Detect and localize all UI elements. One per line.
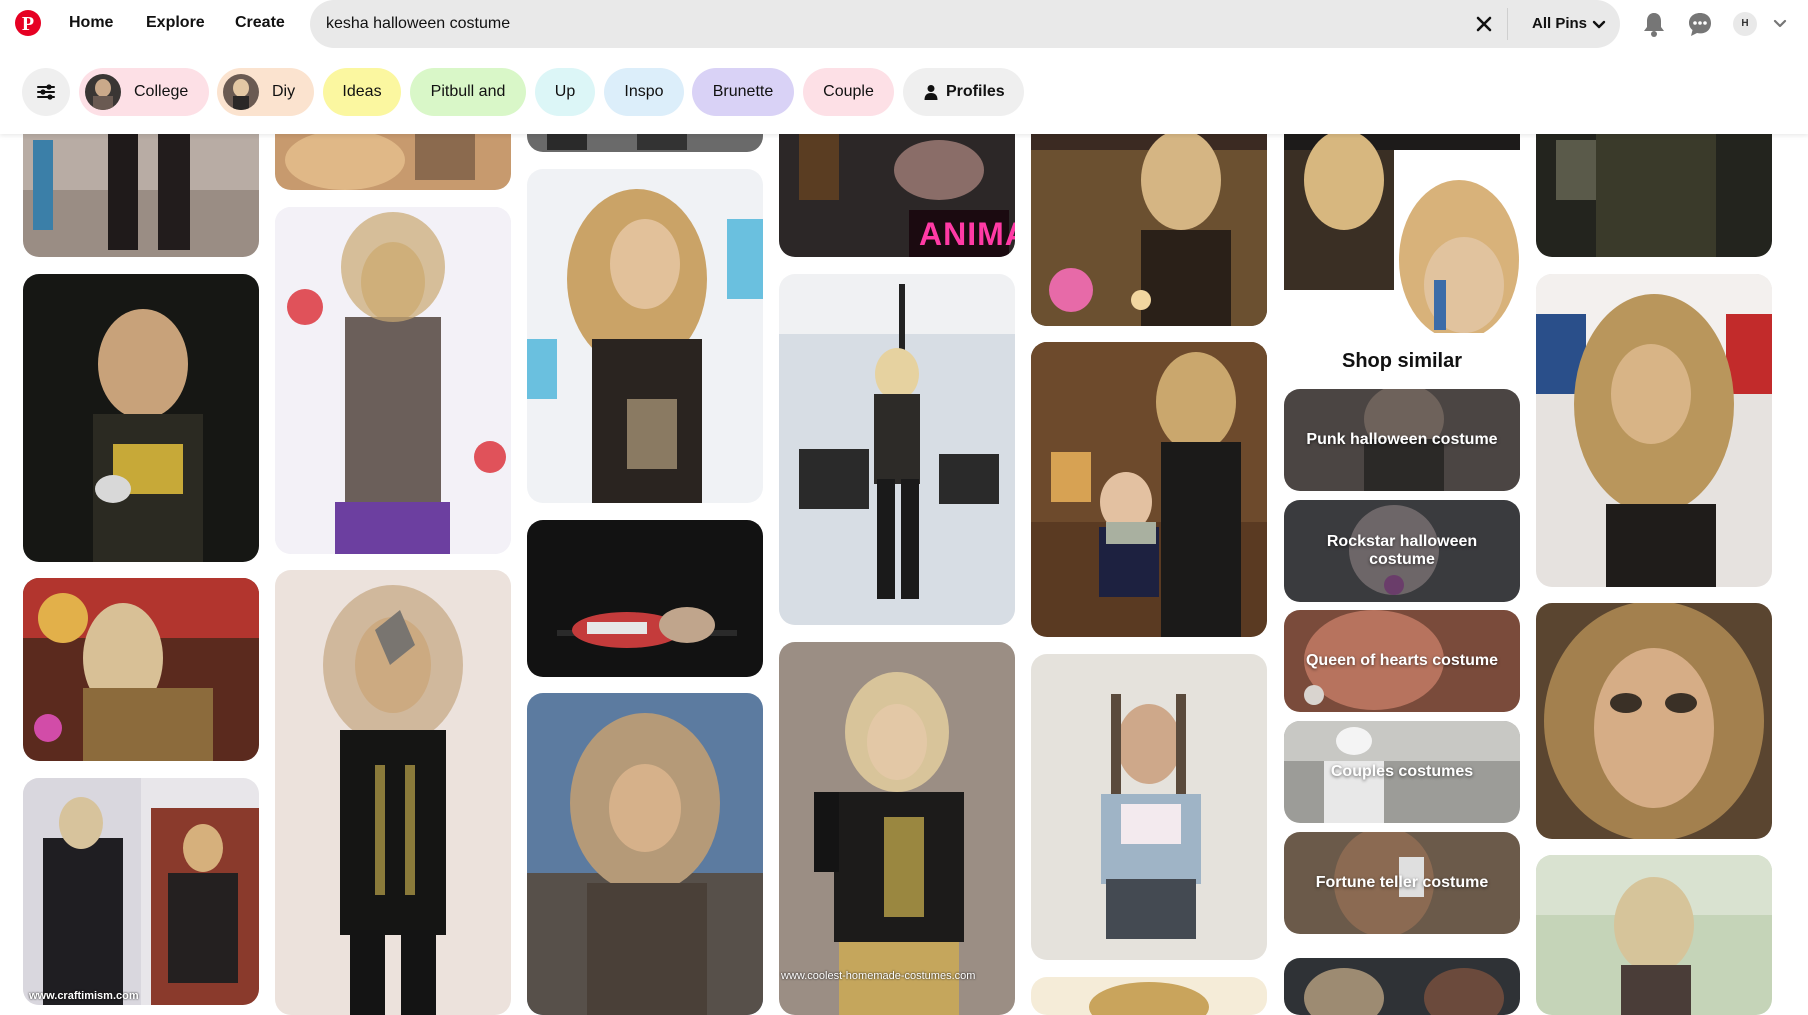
pin-image[interactable]: [527, 693, 763, 1015]
shop-card-couples[interactable]: Couples costumes: [1284, 721, 1520, 823]
chip-label: Ideas: [342, 83, 382, 100]
chevron-down-icon[interactable]: [1773, 17, 1787, 35]
chip-pitbull-and[interactable]: Pitbull and: [410, 68, 526, 116]
pin-image[interactable]: [1536, 855, 1772, 1015]
pin-image[interactable]: www.coolest-homemade-costumes.com: [779, 642, 1015, 1015]
shop-card-label: Fortune teller costume: [1315, 874, 1489, 891]
pin-image[interactable]: [275, 570, 511, 1015]
bell-icon[interactable]: [1640, 10, 1668, 43]
pin-grid: www.craftimism.com ANIMAL www.coolest-ho…: [0, 0, 1808, 1015]
chip-label: Inspo: [624, 83, 664, 100]
nav-home[interactable]: Home: [69, 14, 113, 32]
nav-explore[interactable]: Explore: [146, 14, 205, 32]
nav-create[interactable]: Create: [235, 14, 285, 32]
search-input[interactable]: [326, 0, 1476, 48]
chip-college[interactable]: College: [79, 68, 209, 116]
pin-image[interactable]: [1031, 342, 1267, 637]
shop-card-label: Rockstar halloween costume: [1326, 533, 1478, 568]
chip-label: Profiles: [946, 83, 1005, 100]
pin-image[interactable]: [1536, 603, 1772, 839]
shop-card-label: Punk halloween costume: [1306, 431, 1498, 448]
chip-profiles[interactable]: Profiles: [903, 68, 1024, 116]
shop-similar-title: Shop similar: [1341, 350, 1463, 372]
pin-image[interactable]: [1284, 110, 1520, 333]
chip-label: College: [134, 83, 189, 100]
pin-image[interactable]: [275, 207, 511, 554]
chip-label: Couple: [823, 83, 874, 100]
pin-image[interactable]: [23, 578, 259, 761]
shop-card-queen-of-hearts[interactable]: Queen of hearts costume: [1284, 610, 1520, 712]
shop-card-label: Couples costumes: [1330, 763, 1474, 780]
person-icon: [924, 85, 938, 100]
chip-brunette[interactable]: Brunette: [692, 68, 794, 116]
filter-button[interactable]: [22, 68, 70, 116]
close-icon[interactable]: [1472, 12, 1496, 36]
pin-image[interactable]: [1031, 654, 1267, 960]
chip-label: Brunette: [712, 83, 774, 100]
chevron-down-icon[interactable]: [1592, 18, 1606, 36]
search-bar: All Pins: [310, 0, 1620, 48]
shop-card-label: Queen of hearts costume: [1305, 652, 1499, 669]
search-divider: [1507, 8, 1508, 40]
pin-animal-text: ANIMAL: [919, 216, 1015, 252]
pin-watermark: www.craftimism.com: [29, 990, 139, 1002]
shop-card-punk[interactable]: Punk halloween costume: [1284, 389, 1520, 491]
filter-bar: College Diy Ideas Pitbull and Up Inspo B…: [0, 48, 1808, 134]
pin-watermark: www.coolest-homemade-costumes.com: [781, 970, 976, 982]
all-pins-dropdown[interactable]: All Pins: [1532, 15, 1587, 32]
chip-label: Pitbull and: [430, 83, 506, 100]
chip-thumbnail: [223, 74, 259, 110]
chip-diy[interactable]: Diy: [217, 68, 314, 116]
filter-icon: [37, 84, 55, 100]
chip-ideas[interactable]: Ideas: [323, 68, 401, 116]
pin-image[interactable]: [1031, 977, 1267, 1015]
chip-thumbnail: [85, 74, 121, 110]
pin-image[interactable]: [1536, 274, 1772, 587]
chip-couple[interactable]: Couple: [803, 68, 894, 116]
chat-icon[interactable]: [1686, 10, 1714, 43]
pin-image[interactable]: [1284, 958, 1520, 1015]
pin-image[interactable]: www.craftimism.com: [23, 778, 259, 1005]
pinterest-logo-icon[interactable]: P: [15, 10, 41, 36]
chip-up[interactable]: Up: [535, 68, 595, 116]
pin-image[interactable]: [779, 274, 1015, 625]
shop-card-rockstar[interactable]: Rockstar halloween costume: [1284, 500, 1520, 602]
pin-image[interactable]: [527, 520, 763, 677]
chip-inspo[interactable]: Inspo: [604, 68, 684, 116]
top-navigation-bar: P Home Explore Create All Pins H: [0, 0, 1808, 48]
shop-card-fortune-teller[interactable]: Fortune teller costume: [1284, 832, 1520, 934]
pin-image[interactable]: [23, 274, 259, 562]
pin-image[interactable]: [527, 169, 763, 503]
chip-label: Diy: [272, 83, 296, 100]
avatar[interactable]: H: [1733, 12, 1757, 36]
svg-text:P: P: [22, 13, 34, 35]
chip-label: Up: [554, 83, 576, 100]
pin-image[interactable]: [1031, 110, 1267, 326]
